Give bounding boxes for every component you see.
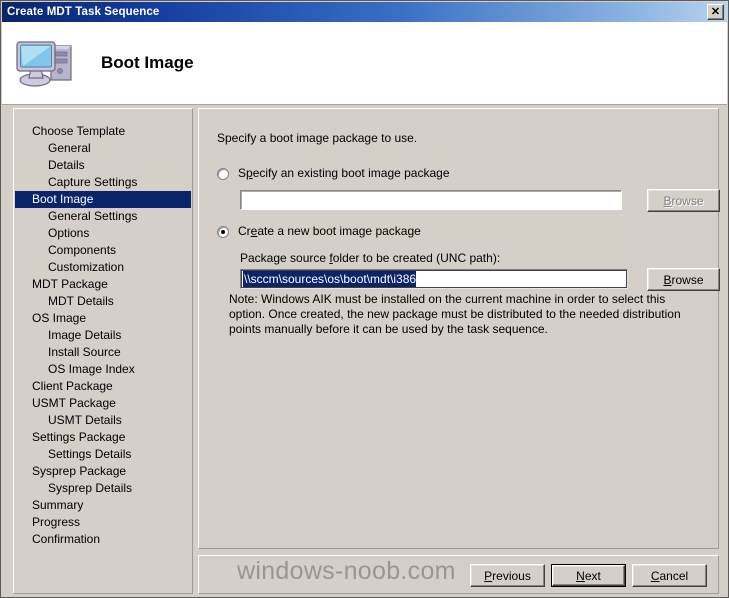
sidebar-item-choose-template[interactable]: Choose Template	[14, 123, 192, 140]
sidebar-item-os-image[interactable]: OS Image	[14, 310, 192, 327]
radio-specify-existing-package-label: Specify an existing boot image package	[238, 166, 450, 180]
page-title: Boot Image	[101, 53, 194, 72]
sidebar-item-details[interactable]: Details	[14, 157, 192, 174]
sidebar-item-image-details[interactable]: Image Details	[14, 327, 192, 344]
content-prompt: Specify a boot image package to use.	[217, 131, 418, 145]
sidebar-item-options[interactable]: Options	[14, 225, 192, 242]
aik-note-text: Note: Windows AIK must be installed on t…	[229, 292, 681, 336]
sidebar-item-components[interactable]: Components	[14, 242, 192, 259]
sidebar-item-sysprep-details[interactable]: Sysprep Details	[14, 480, 192, 497]
window-titlebar: Create MDT Task Sequence ✕	[2, 2, 727, 22]
package-source-folder-input[interactable]: \\sccm\sources\os\boot\mdt\i386	[240, 269, 628, 289]
wizard-header: Boot Image	[2, 22, 727, 104]
sidebar-item-mdt-package[interactable]: MDT Package	[14, 276, 192, 293]
cancel-button-label: Cancel	[650, 568, 689, 583]
sidebar-item-client-package[interactable]: Client Package	[14, 378, 192, 395]
sidebar-item-usmt-details[interactable]: USMT Details	[14, 412, 192, 429]
sidebar-item-general[interactable]: General	[14, 140, 192, 157]
next-button-label: Next	[576, 568, 601, 583]
browse-existing-package-label: Browse	[663, 193, 704, 208]
wizard-body: Choose Template General Details Capture …	[2, 105, 727, 597]
option-existing-boot-image-row[interactable]: Specify an existing boot image package	[217, 167, 450, 180]
sidebar-item-mdt-details[interactable]: MDT Details	[14, 293, 192, 310]
wizard-content-pane: Specify a boot image package to use. Spe…	[198, 108, 720, 549]
radio-create-new-package[interactable]	[217, 226, 229, 238]
sidebar-item-os-image-index[interactable]: OS Image Index	[14, 361, 192, 378]
browse-new-package-button[interactable]: Browse	[647, 268, 720, 291]
sidebar-item-sysprep-package[interactable]: Sysprep Package	[14, 463, 192, 480]
sidebar-item-settings-package[interactable]: Settings Package	[14, 429, 192, 446]
browse-existing-package-button[interactable]: Browse	[647, 189, 720, 212]
sidebar-item-customization[interactable]: Customization	[14, 259, 192, 276]
computer-monitor-icon	[15, 34, 79, 92]
sidebar-item-summary[interactable]: Summary	[14, 497, 192, 514]
create-mdt-task-sequence-window: Create MDT Task Sequence ✕ Boot Image Ch…	[0, 0, 729, 598]
browse-new-package-label: Browse	[663, 272, 704, 287]
next-button-inner: Next	[552, 565, 625, 586]
package-source-folder-label: Package source folder to be created (UNC…	[240, 251, 501, 265]
sidebar-item-install-source[interactable]: Install Source	[14, 344, 192, 361]
close-button[interactable]: ✕	[707, 4, 724, 20]
previous-button[interactable]: Previous	[470, 564, 545, 587]
package-source-folder-input-value: \\sccm\sources\os\boot\mdt\i386	[243, 271, 417, 287]
sidebar-item-capture-settings[interactable]: Capture Settings	[14, 174, 192, 191]
existing-package-input[interactable]	[240, 190, 622, 210]
sidebar-item-general-settings[interactable]: General Settings	[14, 208, 192, 225]
sidebar-item-settings-details[interactable]: Settings Details	[14, 446, 192, 463]
sidebar-item-confirmation[interactable]: Confirmation	[14, 531, 192, 548]
previous-button-label: Previous	[484, 568, 531, 583]
window-title: Create MDT Task Sequence	[7, 6, 160, 18]
radio-create-new-package-label: Create a new boot image package	[238, 224, 421, 238]
wizard-footer: Previous Next Cancel	[198, 555, 719, 594]
sidebar-item-progress[interactable]: Progress	[14, 514, 192, 531]
wizard-steps-list[interactable]: Choose Template General Details Capture …	[13, 108, 193, 594]
sidebar-item-usmt-package[interactable]: USMT Package	[14, 395, 192, 412]
sidebar-item-boot-image[interactable]: Boot Image	[15, 191, 191, 208]
radio-specify-existing-package[interactable]	[217, 168, 229, 180]
next-button[interactable]: Next	[551, 564, 626, 587]
cancel-button[interactable]: Cancel	[632, 564, 707, 587]
option-create-new-package-row[interactable]: Create a new boot image package	[217, 225, 421, 238]
close-icon: ✕	[710, 5, 721, 18]
